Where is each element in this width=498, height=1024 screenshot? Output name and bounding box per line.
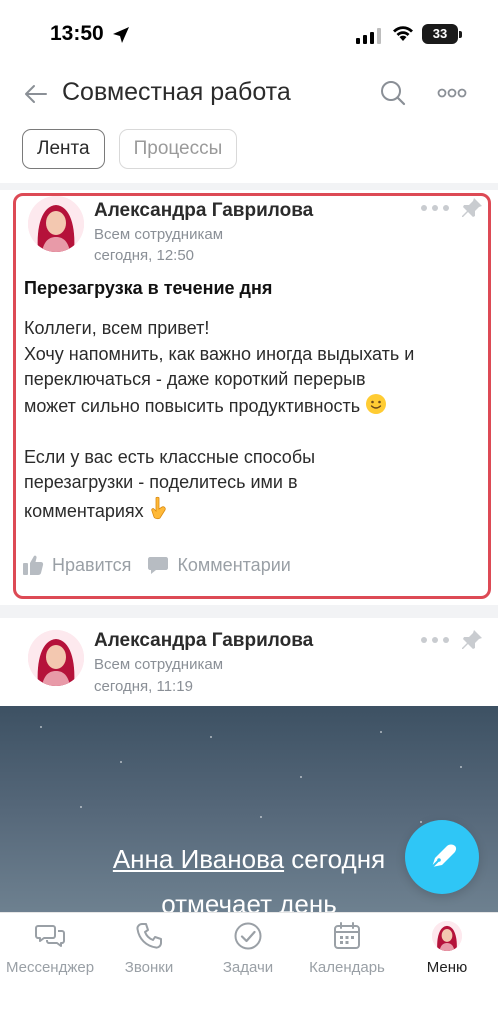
post-audience: Всем сотрудникам <box>94 656 224 673</box>
nav-label: Календарь <box>309 959 385 976</box>
tab-processes[interactable]: Процессы <box>118 129 238 169</box>
post-title: Перезагрузка в течение дня <box>24 278 273 298</box>
wifi-icon <box>393 26 413 41</box>
post-menu-icon[interactable] <box>420 202 450 214</box>
post-time: сегодня, 12:50 <box>94 247 195 264</box>
more-options-icon[interactable] <box>437 80 467 106</box>
pin-icon[interactable] <box>460 196 484 220</box>
cellular-signal-icon <box>356 28 381 44</box>
banner-star <box>80 806 82 808</box>
tasks-check-icon <box>234 922 262 950</box>
banner-star <box>120 761 122 763</box>
status-time: 13:50 <box>50 22 104 45</box>
nav-label: Звонки <box>124 959 174 976</box>
post-body-line-with-emoji: комментариях <box>24 496 414 525</box>
post-audience: Всем сотрудникам <box>94 226 224 243</box>
nav-calls[interactable]: Звонки <box>99 921 199 976</box>
banner-star <box>260 816 262 818</box>
banner-star <box>460 766 462 768</box>
pin-icon[interactable] <box>460 628 484 652</box>
post-body-line: Хочу напомнить, как важно иногда выдыхат… <box>24 343 415 364</box>
pen-icon <box>431 844 457 868</box>
post-body-line: Если у вас есть классные способы <box>24 446 316 467</box>
nav-label: Мессенджер <box>5 959 95 976</box>
nav-menu[interactable]: Меню <box>397 921 497 976</box>
banner-star <box>40 726 42 728</box>
phone-icon <box>136 923 162 949</box>
nav-tasks[interactable]: Задачи <box>198 921 298 976</box>
battery-tip <box>459 31 462 38</box>
page-title: Совместная работа <box>62 78 291 106</box>
smiling-face-emoji-icon <box>366 393 387 414</box>
location-arrow-icon <box>113 27 129 43</box>
comments-label: Комментарии <box>177 554 291 575</box>
post-time: сегодня, 11:19 <box>94 678 193 695</box>
tab-feed[interactable]: Лента <box>22 129 105 169</box>
like-label: Нравится <box>52 554 132 575</box>
like-button[interactable]: Нравится <box>22 554 131 576</box>
battery-level: 33 <box>422 24 458 44</box>
avatar <box>432 921 462 951</box>
back-arrow-icon[interactable] <box>22 80 50 108</box>
status-bar: 13:50 33 <box>0 0 498 70</box>
post-actions: Нравится Комментарии <box>22 554 307 576</box>
app-header: Совместная работа <box>0 70 498 120</box>
employee-link[interactable]: Анна Иванова <box>113 844 284 874</box>
post-body-line: комментариях <box>24 500 144 521</box>
post-body-line-with-emoji: может сильно повысить продуктивность <box>24 393 414 420</box>
post-author[interactable]: Александра Гаврилова <box>94 630 313 652</box>
post-menu-icon[interactable] <box>420 634 450 646</box>
banner-star <box>380 731 382 733</box>
post-body: Коллеги, всем привет! Хочу напомнить, ка… <box>24 316 414 524</box>
thumbs-up-icon <box>23 555 44 575</box>
comment-bubble-icon <box>148 557 169 574</box>
comments-button[interactable]: Комментарии <box>147 554 291 576</box>
avatar[interactable] <box>28 196 84 252</box>
post-body-line: может сильно повысить продуктивность <box>24 395 361 416</box>
nav-messenger[interactable]: Мессенджер <box>0 921 100 976</box>
nav-label: Меню <box>426 959 468 976</box>
feed-tabs: Лента Процессы <box>22 129 238 169</box>
calendar-icon <box>334 922 360 949</box>
post-body-line: перезагрузки - поделитесь ими в <box>24 472 298 492</box>
nav-calendar[interactable]: Календарь <box>297 921 397 976</box>
pointing-down-emoji-icon <box>151 496 166 519</box>
new-post-button[interactable] <box>405 820 479 894</box>
banner-star <box>210 736 212 738</box>
bottom-navigation: Мессенджер Звонки Задачи Календарь Меню <box>0 912 498 1024</box>
banner-text: сегодня <box>284 844 386 874</box>
search-icon[interactable] <box>378 78 408 108</box>
feed-post[interactable]: Александра Гаврилова Всем сотрудникам се… <box>0 190 498 605</box>
banner-star <box>300 776 302 778</box>
post-body-line: Коллеги, всем привет! <box>24 318 210 338</box>
messenger-icon <box>35 925 65 947</box>
banner-star <box>420 821 422 823</box>
avatar[interactable] <box>28 630 84 686</box>
nav-label: Задачи <box>222 959 274 976</box>
post-body-line <box>24 419 414 445</box>
post-author[interactable]: Александра Гаврилова <box>94 200 313 222</box>
post-body-line: переключаться - даже короткий перерыв <box>24 369 366 389</box>
